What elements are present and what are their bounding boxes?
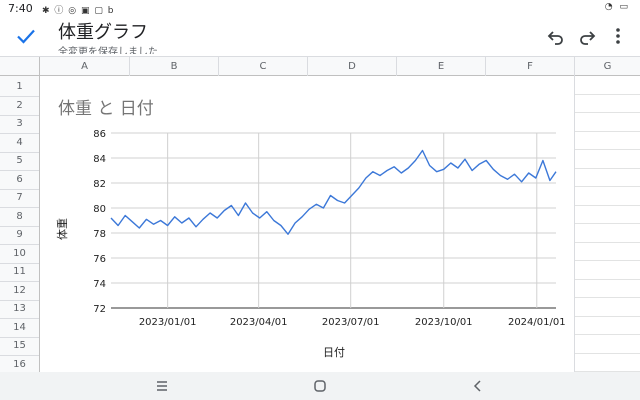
column-header-c[interactable]: C [219,57,308,76]
column-header-b[interactable]: B [130,57,219,76]
column-header-row: A B C D E F G [0,56,640,76]
notification-icons: ✱ ⓘ ◎ ▣ ▢ b [42,6,115,16]
y-tick-label: 72 [93,304,106,315]
more-vert-icon[interactable] [606,24,630,48]
y-tick-label: 82 [93,179,106,190]
y-tick-label: 76 [93,254,106,265]
status-bar: 7:40 ✱ ⓘ ◎ ▣ ▢ b ◔ ▭ [0,0,640,18]
embedded-chart[interactable]: 体重 と 日付 72 74 76 78 80 82 84 86 2023/01/01 2023/… [40,76,575,372]
column-header-f[interactable]: F [486,57,575,76]
line-chart[interactable]: 72 74 76 78 80 82 84 86 2023/01/01 2023/04/01 202… [40,76,575,372]
save-status: 全変更を保存しました [58,47,158,54]
x-tick-label: 2024/01/01 [508,317,566,328]
column-header-a[interactable]: A [40,57,130,76]
status-time: 7:40 [8,2,33,15]
check-icon[interactable] [14,24,38,48]
redo-icon[interactable] [575,24,599,48]
x-tick-label: 2023/07/01 [322,317,380,328]
y-tick-label: 86 [93,129,106,140]
system-icons: ◔ ▭ [604,2,630,12]
app-header: 体重グラフ 全変更を保存しました [0,18,640,56]
column-header-g[interactable]: G [575,57,640,76]
x-tick-label: 2023/10/01 [415,317,473,328]
home-icon[interactable] [310,376,330,396]
document-title[interactable]: 体重グラフ [58,18,148,44]
x-axis-label: 日付 [323,346,345,359]
y-tick-label: 80 [93,204,106,215]
row-header-column: 1 2 3 4 5 6 7 8 9 10 11 12 13 14 15 16 [0,76,40,372]
column-header-d[interactable]: D [308,57,397,76]
system-nav-bar [0,372,640,400]
y-tick-label: 74 [93,279,106,290]
y-axis-label: 体重 [55,218,69,240]
back-icon[interactable] [468,376,488,396]
y-tick-label: 84 [93,154,106,165]
select-all-corner[interactable] [0,57,40,76]
row-header[interactable]: 16 [0,354,39,373]
y-tick-label: 78 [93,229,106,240]
weight-series-line [110,149,557,235]
column-header-e[interactable]: E [397,57,486,76]
undo-icon[interactable] [544,24,568,48]
x-tick-label: 2023/04/01 [230,317,288,328]
menu-icon[interactable] [152,376,172,396]
x-tick-label: 2023/01/01 [139,317,197,328]
